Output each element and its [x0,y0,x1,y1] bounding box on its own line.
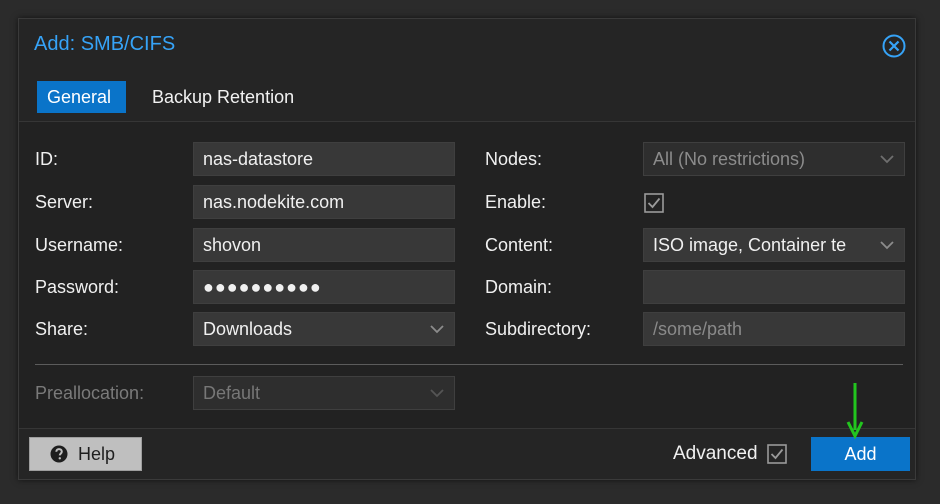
tab-general[interactable]: General [37,81,126,113]
username-input[interactable]: shovon [193,228,455,262]
preallocation-combobox[interactable]: Default [193,376,455,410]
chevron-down-icon [430,325,444,334]
nodes-label: Nodes: [485,149,543,169]
subdirectory-input[interactable]: /some/path [643,312,905,346]
chevron-down-icon [880,241,894,250]
content-label: Content: [485,235,554,255]
dialog-footer: Help Advanced Add [19,427,915,479]
help-label: Help [78,444,116,464]
preallocation-value: Default [203,383,261,403]
username-label: Username: [35,235,124,255]
enable-checkbox[interactable] [644,193,664,213]
share-label: Share: [35,319,89,339]
enable-label: Enable: [485,192,547,212]
password-input[interactable]: ●●●●●●●●●● [193,270,455,304]
dialog-title: Add: SMB/CIFS [34,33,176,55]
content-combobox[interactable]: ISO image, Container te [643,228,905,262]
password-label: Password: [35,277,120,297]
server-label: Server: [35,192,94,212]
share-combobox[interactable]: Downloads [193,312,455,346]
nodes-combobox[interactable]: All (No restrictions) [643,142,905,176]
tab-bar: General Backup Retention [19,75,915,121]
green-arrow-annotation [846,383,864,440]
server-input[interactable]: nas.nodekite.com [193,185,455,219]
close-icon[interactable] [882,34,906,58]
domain-label: Domain: [485,277,553,297]
general-panel: ID: nas-datastore Server: nas.nodekite.c… [19,121,915,429]
chevron-down-icon [430,389,444,398]
chevron-down-icon [880,155,894,164]
preallocation-label: Preallocation: [35,383,145,403]
dialog-title-bar: Add: SMB/CIFS [19,19,915,75]
advanced-label: Advanced [673,443,758,464]
form-divider [35,364,903,365]
nodes-value: All (No restrictions) [653,149,806,169]
domain-input[interactable] [643,270,905,304]
id-input[interactable]: nas-datastore [193,142,455,176]
share-value: Downloads [203,319,293,339]
help-button[interactable]: Help [29,437,142,471]
add-button[interactable]: Add [811,437,910,471]
question-circle-icon [50,445,68,463]
advanced-checkbox[interactable] [767,444,787,464]
content-value: ISO image, Container te [653,235,847,255]
id-label: ID: [35,149,59,169]
add-smb-cifs-dialog: Add: SMB/CIFS General Backup Retention I… [18,18,916,480]
subdirectory-label: Subdirectory: [485,319,592,339]
tab-backup-retention[interactable]: Backup Retention [142,81,304,113]
